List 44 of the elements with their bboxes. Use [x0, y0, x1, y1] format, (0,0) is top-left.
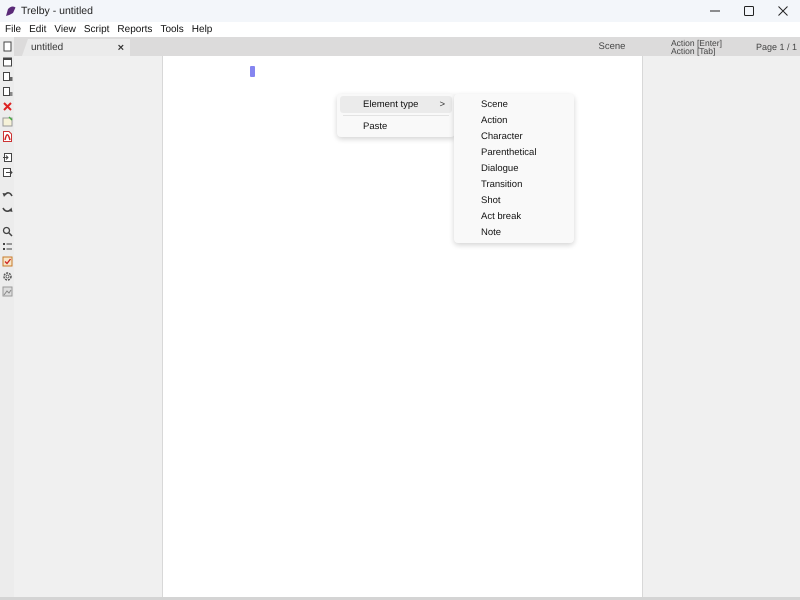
- submenu-item[interactable]: Character: [454, 128, 574, 144]
- submenu-item[interactable]: Dialogue: [454, 160, 574, 176]
- submenu-item[interactable]: Parenthetical: [454, 144, 574, 160]
- maximize-icon[interactable]: [744, 6, 754, 16]
- menu-item[interactable]: File: [2, 24, 24, 35]
- tab-next-element: Action [Tab]: [670, 46, 716, 54]
- window-icon[interactable]: [2, 56, 12, 67]
- document-icon[interactable]: [2, 71, 12, 82]
- chart-icon[interactable]: [2, 286, 12, 297]
- text-cursor: [250, 66, 255, 77]
- document-icon[interactable]: [2, 86, 12, 97]
- list-icon[interactable]: [2, 241, 12, 252]
- app-logo-icon: [5, 6, 16, 16]
- submenu-item[interactable]: Act break: [454, 208, 574, 224]
- menu-item[interactable]: Tools: [157, 24, 187, 35]
- search-icon[interactable]: [2, 226, 12, 237]
- menu-item[interactable]: Reports: [114, 24, 156, 35]
- submenu-item[interactable]: Shot: [454, 192, 574, 208]
- submenu-item[interactable]: Note: [454, 224, 574, 240]
- menu-item[interactable]: Edit: [26, 24, 50, 35]
- menu-item[interactable]: Help: [188, 24, 216, 35]
- window-title: Trelby - untitled: [21, 5, 93, 17]
- document-icon[interactable]: [2, 131, 12, 142]
- tab-close-button[interactable]: ×: [118, 42, 124, 54]
- submenu-arrow: >: [439, 99, 445, 110]
- submenu-item[interactable]: Scene: [454, 96, 574, 112]
- import-icon[interactable]: [2, 152, 12, 163]
- context-menu-item[interactable]: Element type >: [340, 96, 452, 113]
- page-counter: Page 1 / 1: [756, 42, 798, 52]
- export-icon[interactable]: [2, 167, 12, 178]
- menu-item[interactable]: Script: [80, 24, 112, 35]
- checkbox-icon[interactable]: [2, 256, 12, 267]
- submenu-item[interactable]: Action: [454, 112, 574, 128]
- submenu-item[interactable]: Transition: [454, 176, 574, 192]
- document-tab[interactable]: untitled ×: [22, 39, 130, 56]
- close-icon[interactable]: [778, 6, 788, 16]
- note-icon[interactable]: [2, 116, 12, 127]
- current-element-label: Scene: [597, 41, 626, 52]
- settings-icon[interactable]: [2, 271, 12, 282]
- enter-next-element: Action [Enter]: [670, 38, 723, 46]
- document-icon[interactable]: [2, 41, 12, 52]
- tab-label: untitled: [31, 42, 64, 53]
- menu-item[interactable]: View: [51, 24, 79, 35]
- context-menu-item[interactable]: Paste: [340, 118, 452, 135]
